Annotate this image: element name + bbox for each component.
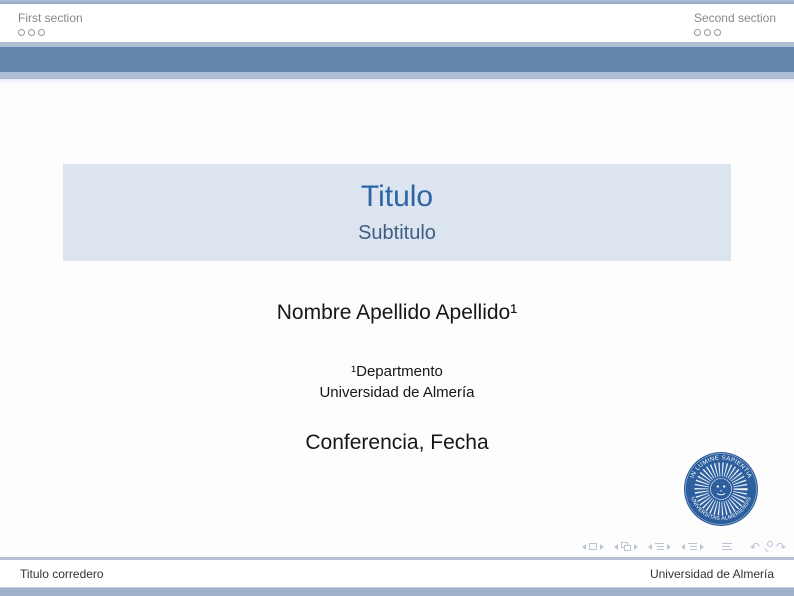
section-label-first[interactable]: First section (18, 11, 83, 25)
next-section-icon[interactable] (700, 544, 704, 550)
section-icon[interactable] (688, 543, 697, 550)
section-navigation-header: First section Second section (0, 4, 794, 42)
nav-group-subsection (648, 543, 671, 550)
section-dot[interactable] (714, 29, 721, 36)
go-forward-icon[interactable]: ↷ (776, 541, 786, 553)
next-frame-icon[interactable] (634, 544, 638, 550)
section-dot[interactable] (694, 29, 701, 36)
prev-subsection-icon[interactable] (648, 544, 652, 550)
go-back-icon[interactable]: ↶ (750, 541, 760, 553)
author-name: Nombre Apellido Apellido¹ (0, 301, 794, 325)
institute-block: ¹Departmento Universidad de Almería (0, 361, 794, 403)
section-dots-second (694, 29, 776, 36)
footer-bottom-bar (0, 587, 794, 596)
section-dots-first (18, 29, 83, 36)
section-dot[interactable] (28, 29, 35, 36)
next-subsection-icon[interactable] (667, 544, 671, 550)
section-nav-second[interactable]: Second section (694, 4, 776, 42)
title-box: Titulo Subtitulo (63, 164, 731, 261)
conference-date: Conferencia, Fecha (0, 431, 794, 455)
header-bar-main (0, 47, 794, 72)
prev-frame-icon[interactable] (614, 544, 618, 550)
prev-slide-icon[interactable] (582, 544, 586, 550)
slide-subtitle: Subtitulo (358, 222, 436, 244)
header-bar-light-bottom (0, 72, 794, 79)
header-bar-fade (0, 79, 794, 84)
search-icon[interactable] (763, 541, 773, 552)
frame-icon[interactable] (621, 542, 631, 551)
section-dot[interactable] (38, 29, 45, 36)
section-nav-first[interactable]: First section (18, 4, 83, 42)
section-dot[interactable] (704, 29, 711, 36)
nav-group-frame (614, 542, 638, 551)
next-slide-icon[interactable] (600, 544, 604, 550)
nav-group-presentation (722, 543, 732, 550)
footer-short-title: Titulo corredero (20, 567, 104, 581)
subsection-icon[interactable] (655, 543, 664, 550)
presentation-icon[interactable] (722, 543, 732, 550)
beamer-title-slide: First section Second section Titulo Subt… (0, 0, 794, 596)
nav-group-history: ↶ ↷ (750, 541, 786, 553)
footer: Titulo corredero Universidad de Almería (0, 560, 794, 587)
nav-group-slide (582, 543, 604, 550)
section-label-second[interactable]: Second section (694, 11, 776, 25)
slide-icon[interactable] (589, 543, 597, 550)
institute-department: ¹Departmento (0, 361, 794, 382)
university-seal-logo: IN LUMINE SAPIENTIA UNIVERSITAS ALMERIEN… (683, 451, 759, 527)
section-dot[interactable] (18, 29, 25, 36)
institute-university: Universidad de Almería (0, 382, 794, 403)
nav-group-section (681, 543, 704, 550)
footer-institution: Universidad de Almería (650, 567, 774, 581)
prev-section-icon[interactable] (681, 544, 685, 550)
slide-title: Titulo (361, 181, 433, 213)
beamer-navigation-bar: ↶ ↷ (572, 540, 786, 553)
university-seal-icon: IN LUMINE SAPIENTIA UNIVERSITAS ALMERIEN… (683, 451, 759, 527)
